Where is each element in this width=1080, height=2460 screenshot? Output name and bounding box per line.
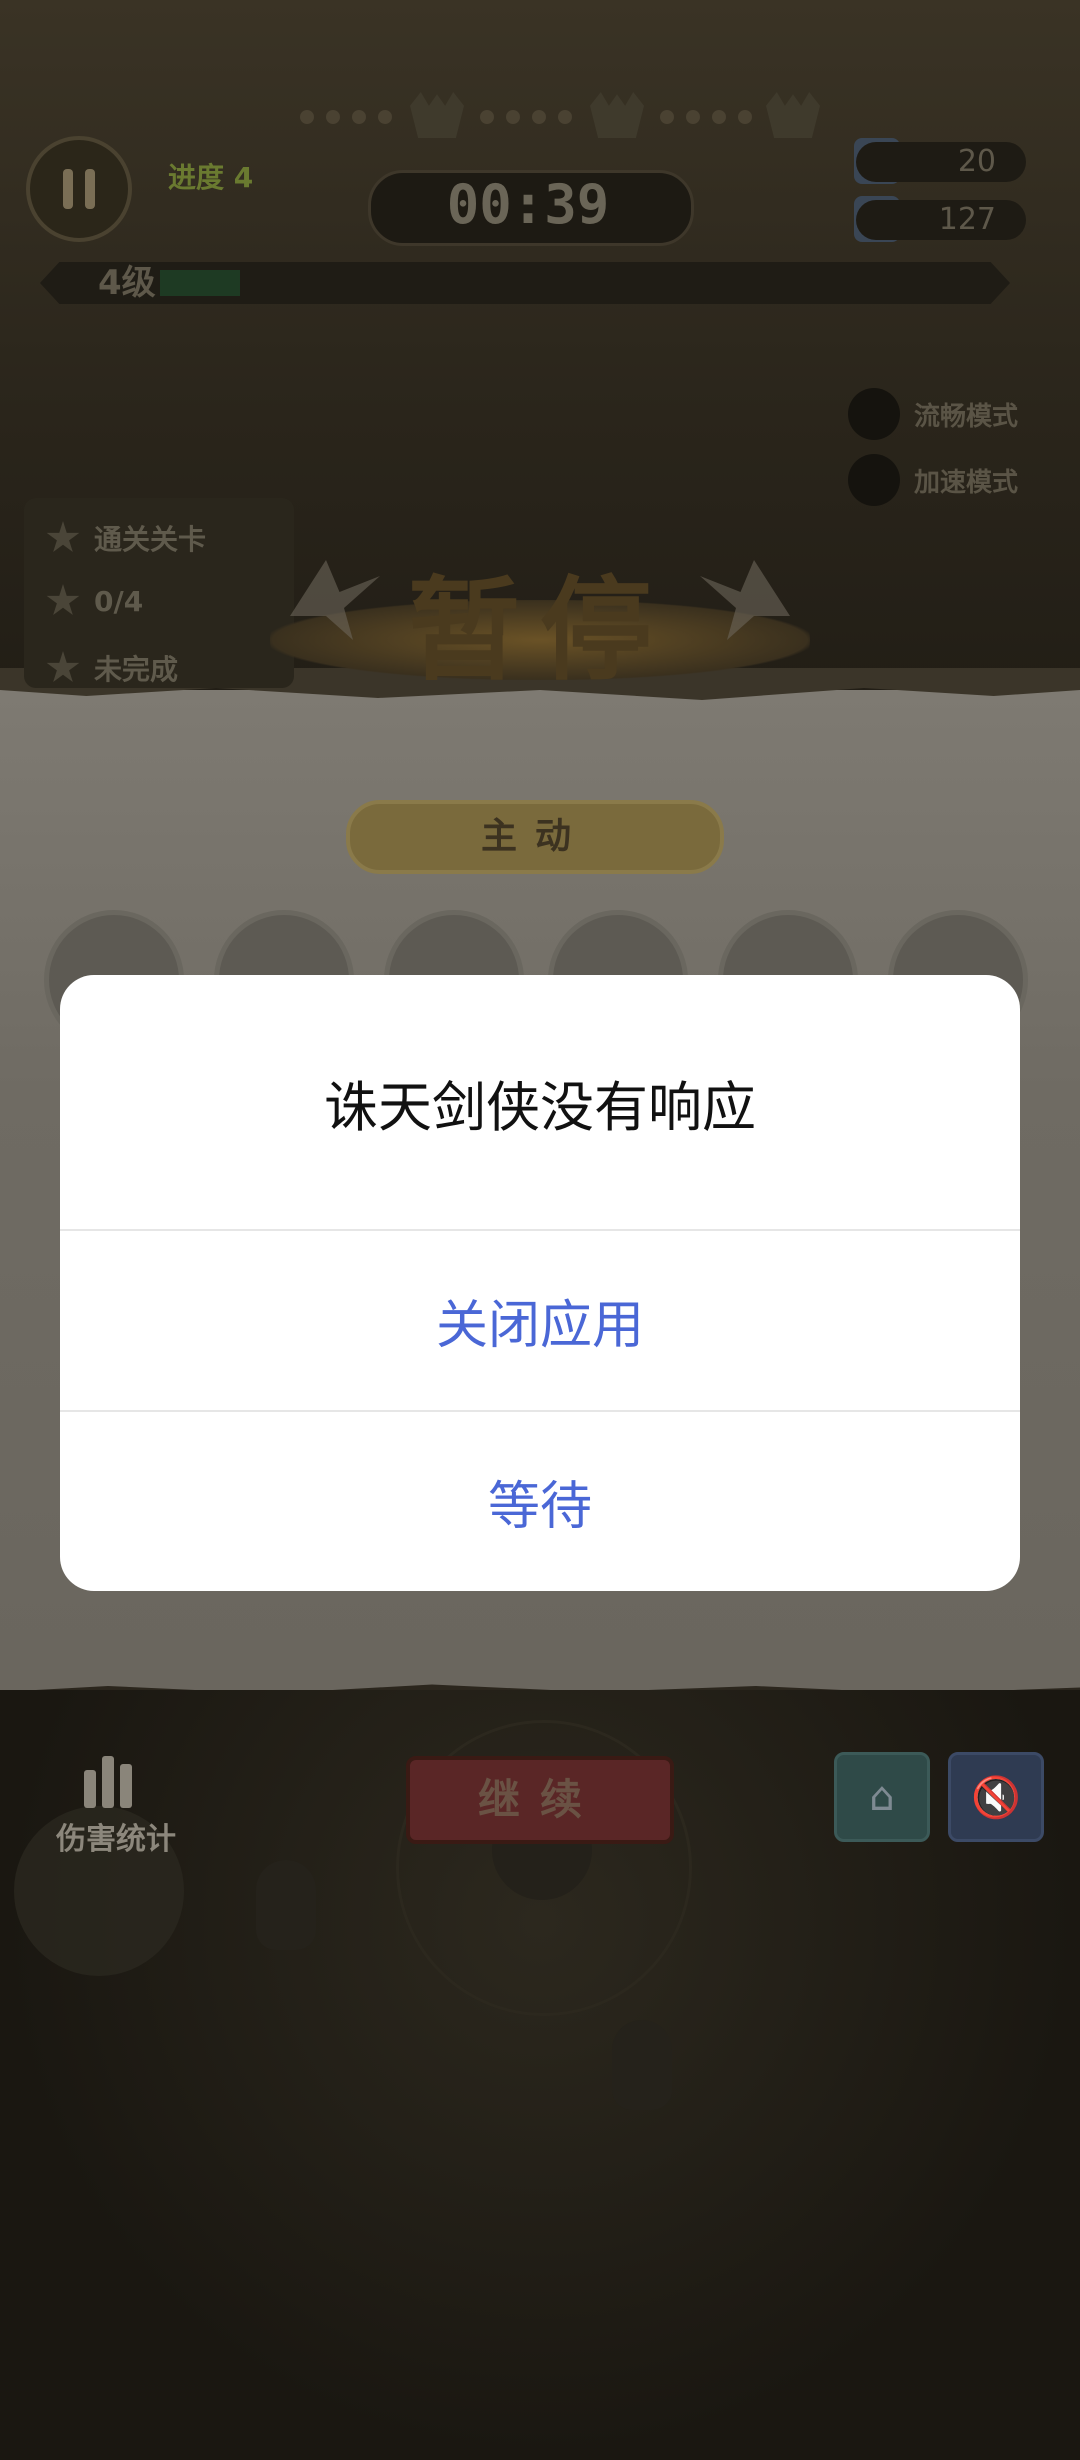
- close-app-button[interactable]: 关闭应用: [60, 1231, 1020, 1410]
- dialog-title: 诛天剑侠没有响应: [324, 1077, 756, 1138]
- app-not-responding-dialog: 诛天剑侠没有响应 关闭应用 等待: [60, 975, 1020, 1591]
- wait-button[interactable]: 等待: [60, 1412, 1020, 1591]
